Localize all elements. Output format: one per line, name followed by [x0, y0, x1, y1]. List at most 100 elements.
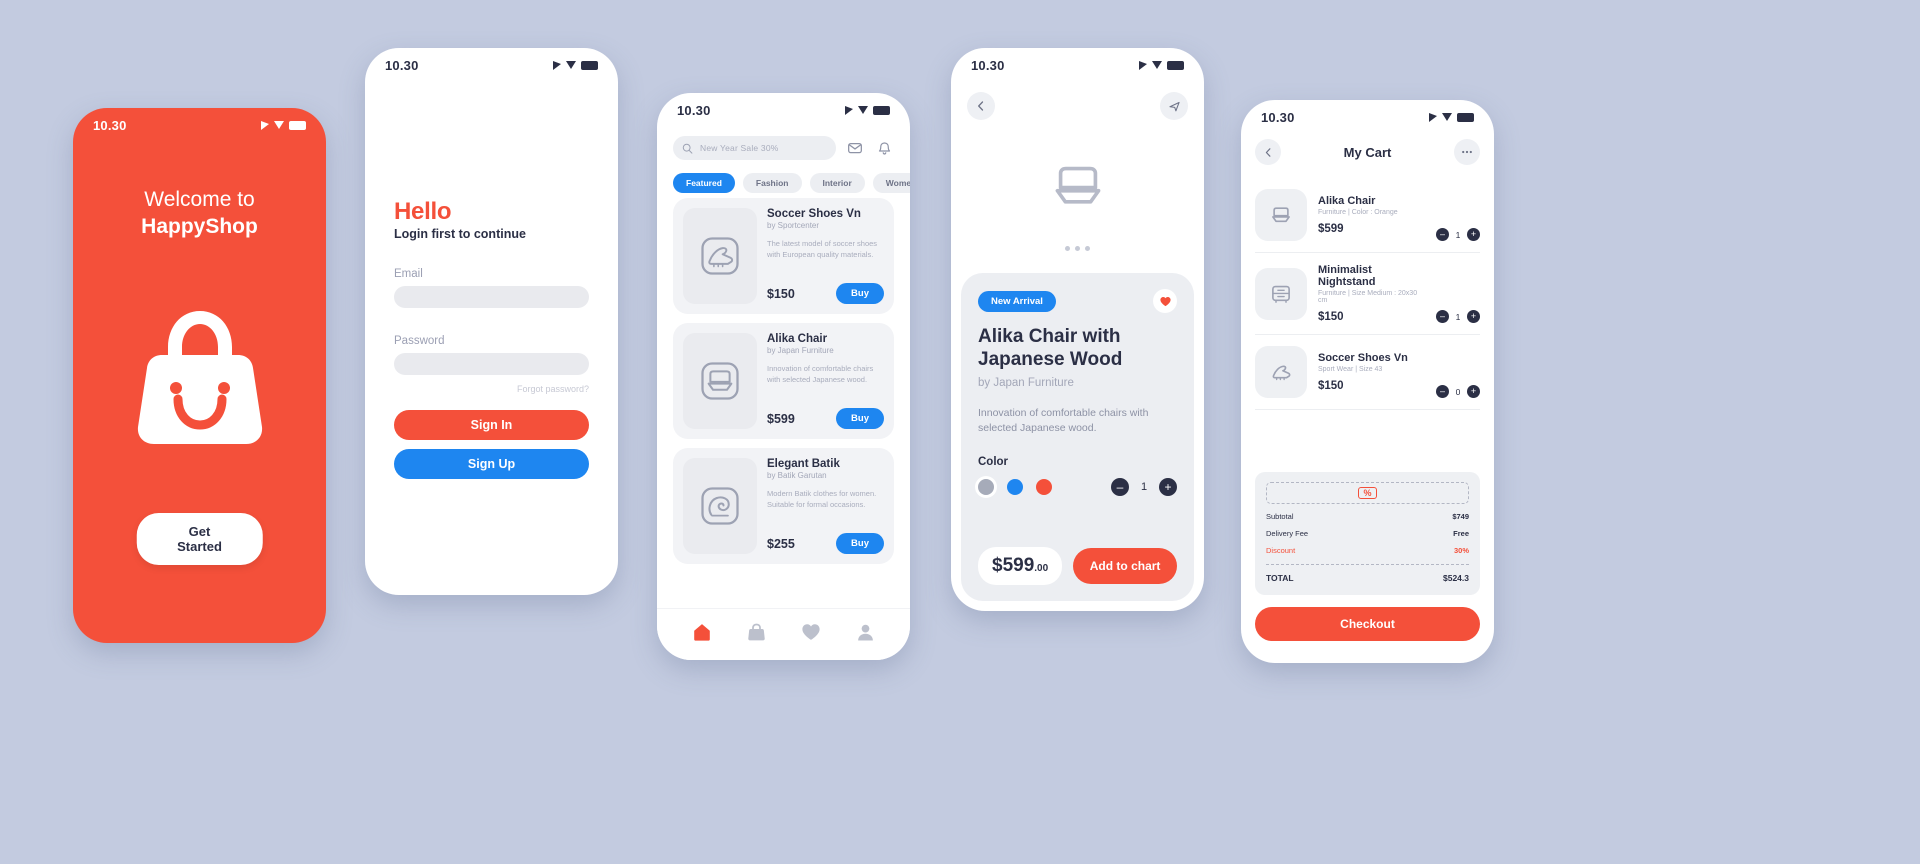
- screen-login: 10.30 Hello Login first to continue Emai…: [365, 48, 618, 595]
- quantity-decrease-button[interactable]: –: [1111, 478, 1129, 497]
- quantity-increase-button[interactable]: +: [1159, 478, 1177, 497]
- product-vendor: by Japan Furniture: [767, 346, 834, 355]
- cart-item-name: Soccer Shoes Vn: [1318, 352, 1408, 364]
- cart-item-row[interactable]: Minimalist Nightstand Furniture | Size M…: [1255, 253, 1480, 335]
- chip-fashion[interactable]: Fashion: [742, 173, 802, 193]
- share-button[interactable]: [1160, 92, 1188, 120]
- percent-ticket-icon: %: [1358, 487, 1377, 499]
- tab-home[interactable]: [691, 621, 713, 648]
- tab-profile[interactable]: [855, 622, 876, 648]
- chip-featured[interactable]: Featured: [673, 173, 735, 193]
- color-swatches: [978, 479, 1052, 496]
- screen-welcome: 10.30 Welcome to HappyShop Get Started: [73, 108, 326, 643]
- product-card[interactable]: Soccer Shoes Vn by Sportcenter The lates…: [673, 198, 894, 314]
- battery-icon: [1457, 112, 1474, 122]
- sign-in-button[interactable]: Sign In: [394, 410, 589, 440]
- carousel-dot[interactable]: [1085, 246, 1090, 251]
- cart-item-price: $150: [1318, 311, 1344, 323]
- color-swatch-gray[interactable]: [978, 479, 994, 496]
- password-field[interactable]: [394, 353, 589, 375]
- product-description: Innovation of comfortable chairs with se…: [767, 364, 874, 384]
- product-name: Alika Chair: [767, 333, 828, 345]
- chip-interior[interactable]: Interior: [809, 173, 865, 193]
- order-summary: % Subtotal $749 Delivery Fee Free Discou…: [1255, 472, 1480, 595]
- quantity-value: 1: [1140, 481, 1148, 494]
- product-footer: $599 Buy: [767, 408, 884, 429]
- chip-women[interactable]: Women: [872, 173, 910, 193]
- product-card[interactable]: Elegant Batik by Batik Garutan Modern Ba…: [673, 448, 894, 564]
- tab-bag[interactable]: [746, 622, 767, 648]
- more-options-button[interactable]: [1454, 139, 1480, 165]
- password-label: Password: [394, 335, 445, 347]
- forgot-password-link[interactable]: Forgot password?: [394, 384, 589, 394]
- status-bar: 10.30: [657, 93, 910, 127]
- status-icons: [553, 60, 598, 70]
- coupon-field[interactable]: %: [1266, 482, 1469, 504]
- product-name: Elegant Batik: [767, 458, 840, 470]
- hero-chair-icon: [1055, 166, 1100, 204]
- color-swatch-red[interactable]: [1036, 479, 1052, 496]
- buy-button[interactable]: Buy: [836, 408, 884, 429]
- catalog-toolbar: New Year Sale 30%: [673, 136, 894, 160]
- wifi-icon: [858, 106, 868, 114]
- color-swatch-blue[interactable]: [1007, 479, 1023, 496]
- summary-row-total: TOTAL $524.3: [1266, 573, 1469, 583]
- product-price: $150: [767, 286, 795, 301]
- cart-item-price: $599: [1318, 223, 1344, 235]
- cart-item-list: Alika Chair Furniture | Color : Orange $…: [1255, 178, 1480, 410]
- total-value: $524.3: [1443, 573, 1469, 583]
- mail-icon[interactable]: [845, 138, 865, 158]
- email-label: Email: [394, 268, 423, 280]
- carousel-dot[interactable]: [1075, 246, 1080, 251]
- cart-decrease-button[interactable]: –: [1436, 385, 1449, 398]
- soccer-shoe-icon: [1272, 365, 1291, 381]
- carousel-dot[interactable]: [1065, 246, 1070, 251]
- cart-quantity-value: 0: [1455, 386, 1461, 397]
- cart-item-name: Minimalist Nightstand: [1318, 264, 1376, 288]
- cart-item-stepper: – 1 +: [1436, 228, 1480, 241]
- checkout-button[interactable]: Checkout: [1255, 607, 1480, 641]
- bag-icon: [748, 623, 765, 640]
- carousel-dots: [951, 246, 1204, 251]
- product-description: Innovation of comfortable chairs with se…: [978, 406, 1149, 435]
- cart-increase-button[interactable]: +: [1467, 228, 1480, 241]
- buy-button[interactable]: Buy: [836, 283, 884, 304]
- email-field[interactable]: [394, 286, 589, 308]
- summary-label: Delivery Fee: [1266, 529, 1309, 538]
- back-button[interactable]: [1255, 139, 1281, 165]
- signal-icon: [845, 105, 853, 115]
- add-to-cart-button[interactable]: Add to chart: [1073, 548, 1177, 584]
- cart-item-row[interactable]: Soccer Shoes Vn Sport Wear | Size 43 $15…: [1255, 335, 1480, 410]
- favorite-button[interactable]: [1153, 289, 1177, 313]
- cart-increase-button[interactable]: +: [1467, 385, 1480, 398]
- cart-quantity-value: 1: [1455, 311, 1461, 322]
- cart-decrease-button[interactable]: –: [1436, 310, 1449, 323]
- heart-filled-icon: [1159, 296, 1171, 306]
- cart-increase-button[interactable]: +: [1467, 310, 1480, 323]
- back-button[interactable]: [967, 92, 995, 120]
- status-bar: 10.30: [73, 108, 326, 142]
- tab-favorites[interactable]: [800, 621, 822, 648]
- shopping-bag-smile-icon: [137, 311, 262, 444]
- cart-item-thumbnail: [1255, 189, 1307, 241]
- get-started-button[interactable]: Get Started: [136, 513, 263, 565]
- product-info: Alika Chair by Japan Furniture Innovatio…: [767, 333, 884, 429]
- product-card[interactable]: Alika Chair by Japan Furniture Innovatio…: [673, 323, 894, 439]
- buy-button[interactable]: Buy: [836, 533, 884, 554]
- cart-item-meta: Furniture | Size Medium : 20x30 cm: [1318, 290, 1418, 304]
- sign-up-button[interactable]: Sign Up: [394, 449, 589, 479]
- quantity-stepper: – 1 +: [1111, 478, 1177, 497]
- status-time: 10.30: [385, 57, 419, 73]
- search-input[interactable]: New Year Sale 30%: [673, 136, 836, 160]
- cart-item-row[interactable]: Alika Chair Furniture | Color : Orange $…: [1255, 178, 1480, 253]
- status-bar: 10.30: [1241, 100, 1494, 134]
- color-row: – 1 +: [978, 478, 1177, 497]
- chevron-left-icon: [1265, 147, 1270, 157]
- cart-item-meta: Sport Wear | Size 43: [1318, 366, 1383, 373]
- bell-icon[interactable]: [874, 138, 894, 158]
- cart-header: My Cart: [1255, 138, 1480, 166]
- product-vendor: by Japan Furniture: [978, 376, 1074, 389]
- product-thumbnail: [683, 333, 757, 429]
- summary-label: Subtotal: [1266, 512, 1294, 521]
- cart-decrease-button[interactable]: –: [1436, 228, 1449, 241]
